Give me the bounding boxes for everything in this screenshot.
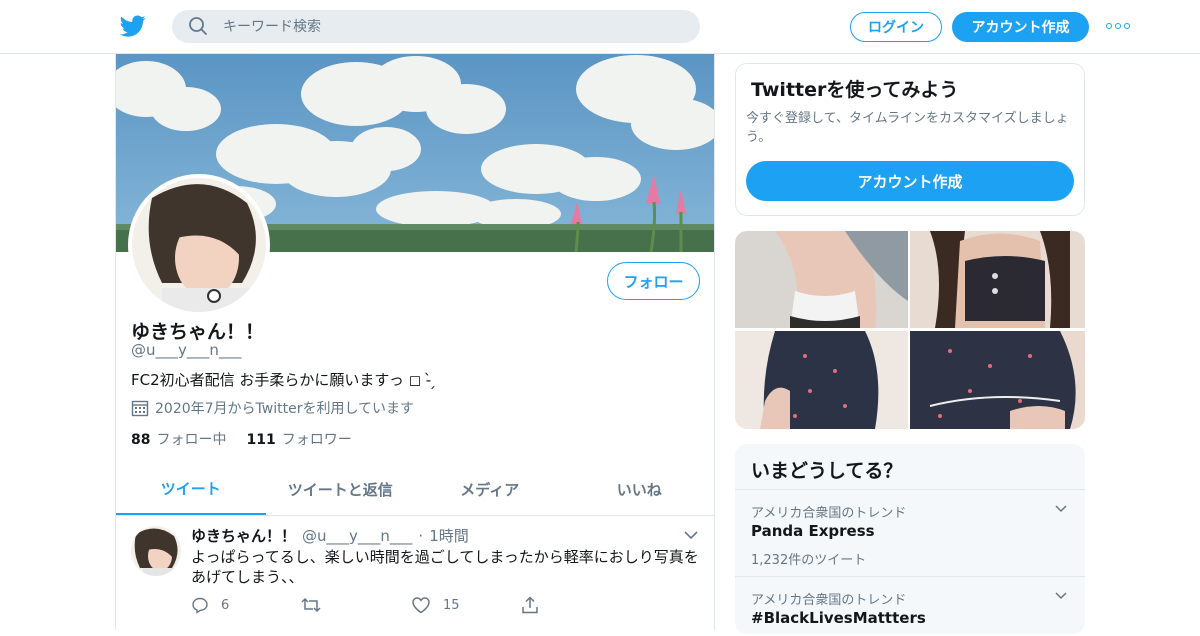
profile-name: ゆきちゃん！！ [131,321,265,343]
retweet-icon [301,597,321,613]
tweet-avatar-image [131,526,181,576]
tweet-time[interactable]: 1時間 [429,525,469,546]
tweet-text: よっぱらってるし、楽しい時間を過ごしてしまったから軽率におしり写真をあげてしまう… [191,548,699,586]
avatar-illustration [132,178,266,312]
following-count: 88 [131,432,151,448]
tweet-avatar[interactable] [131,526,181,576]
reply-count: 6 [221,597,230,613]
tweet-actions: 6 15 [191,596,631,614]
signup-card: Twitterを使ってみよう 今すぐ登録して、タイムラインをカスタマイズしましょ… [735,63,1085,216]
join-date-text: 2020年7月からTwitterを利用しています [155,401,415,417]
profile-column: フォロー ゆきちゃん！！ @u___y___n___ FC2初心者配信 お手柔ら… [115,54,715,630]
tab-tweets[interactable]: ツイート [116,464,266,515]
profile-bio: FC2初心者配信 お手柔らかに願いますっ ◻ -̀ ̗ [131,371,436,389]
search-icon [189,17,207,35]
follow-stats: 88 フォロー中 111 フォロワー [131,429,352,449]
profile-avatar[interactable] [128,174,270,316]
join-date: 2020年7月からTwitterを利用しています [131,398,414,418]
search-input[interactable] [172,10,700,43]
tweet-author-name[interactable]: ゆきちゃん！！ [191,525,296,546]
reply-icon [192,597,208,614]
chevron-down-icon[interactable] [684,530,698,540]
tab-tweets-and-replies[interactable]: ツイートと返信 [266,464,416,515]
followers-label: フォロワー [281,432,352,448]
trends-panel: いまどうしてる？ アメリカ合衆国のトレンド Panda Express 1,23… [735,444,1085,634]
followers-stat[interactable]: 111 フォロワー [246,429,351,449]
media-thumbnail[interactable] [910,231,1085,328]
media-thumbnail[interactable] [735,331,908,429]
followers-count: 111 [246,432,276,448]
signup-card-description: 今すぐ登録して、タイムラインをカスタマイズしましょう。 [746,111,1069,145]
like-action[interactable]: 15 [411,596,521,614]
media-thumbnail[interactable] [735,231,908,328]
media-thumbnail[interactable] [910,331,1085,429]
create-account-button[interactable]: アカウント作成 [952,12,1089,42]
signup-card-create-account-button[interactable]: アカウント作成 [746,161,1074,201]
like-count: 15 [443,597,460,613]
chevron-down-icon[interactable] [1055,592,1067,600]
trend-item[interactable]: アメリカ合衆国のトレンド #BlackLivesMattters [735,576,1085,636]
calendar-icon [131,400,149,417]
tweet-header: ゆきちゃん！！ @u___y___n___ · 1時間 [191,525,469,546]
share-icon [522,596,538,614]
following-stat[interactable]: 88 フォロー中 [131,429,226,449]
trend-name: Panda Express [751,522,875,540]
trend-context: アメリカ合衆国のトレンド [751,593,907,608]
chevron-down-icon[interactable] [1055,505,1067,513]
trend-item[interactable]: アメリカ合衆国のトレンド Panda Express 1,232件のツイート [735,489,1085,576]
trend-context: アメリカ合衆国のトレンド [751,506,907,521]
media-grid [735,231,1085,429]
trend-name: #BlackLivesMattters [751,609,926,627]
signup-card-title: Twitterを使ってみよう [751,79,959,101]
more-options-icon[interactable] [1106,18,1130,34]
heart-icon [412,597,430,614]
tweet-author-handle[interactable]: @u___y___n___ [302,527,412,545]
trend-tweet-count: 1,232件のツイート [751,553,867,568]
profile-tabs: ツイート ツイートと返信 メディア いいね [116,464,714,516]
tweet-separator: · [418,527,424,545]
twitter-bird-icon[interactable] [120,13,146,39]
tab-media[interactable]: メディア [415,464,565,515]
follow-button[interactable]: フォロー [607,262,700,300]
profile-handle[interactable]: @u___y___n___ [131,341,241,359]
top-navigation-bar: ログイン アカウント作成 [0,0,1200,54]
reply-action[interactable]: 6 [191,596,301,614]
tweet-item[interactable]: ゆきちゃん！！ @u___y___n___ · 1時間 よっぱらってるし、楽しい… [116,516,714,630]
share-action[interactable] [521,596,631,614]
trends-title: いまどうしてる？ [751,460,903,482]
tab-likes[interactable]: いいね [565,464,715,515]
login-button[interactable]: ログイン [850,12,942,42]
retweet-action[interactable] [301,596,411,614]
following-label: フォロー中 [156,432,227,448]
